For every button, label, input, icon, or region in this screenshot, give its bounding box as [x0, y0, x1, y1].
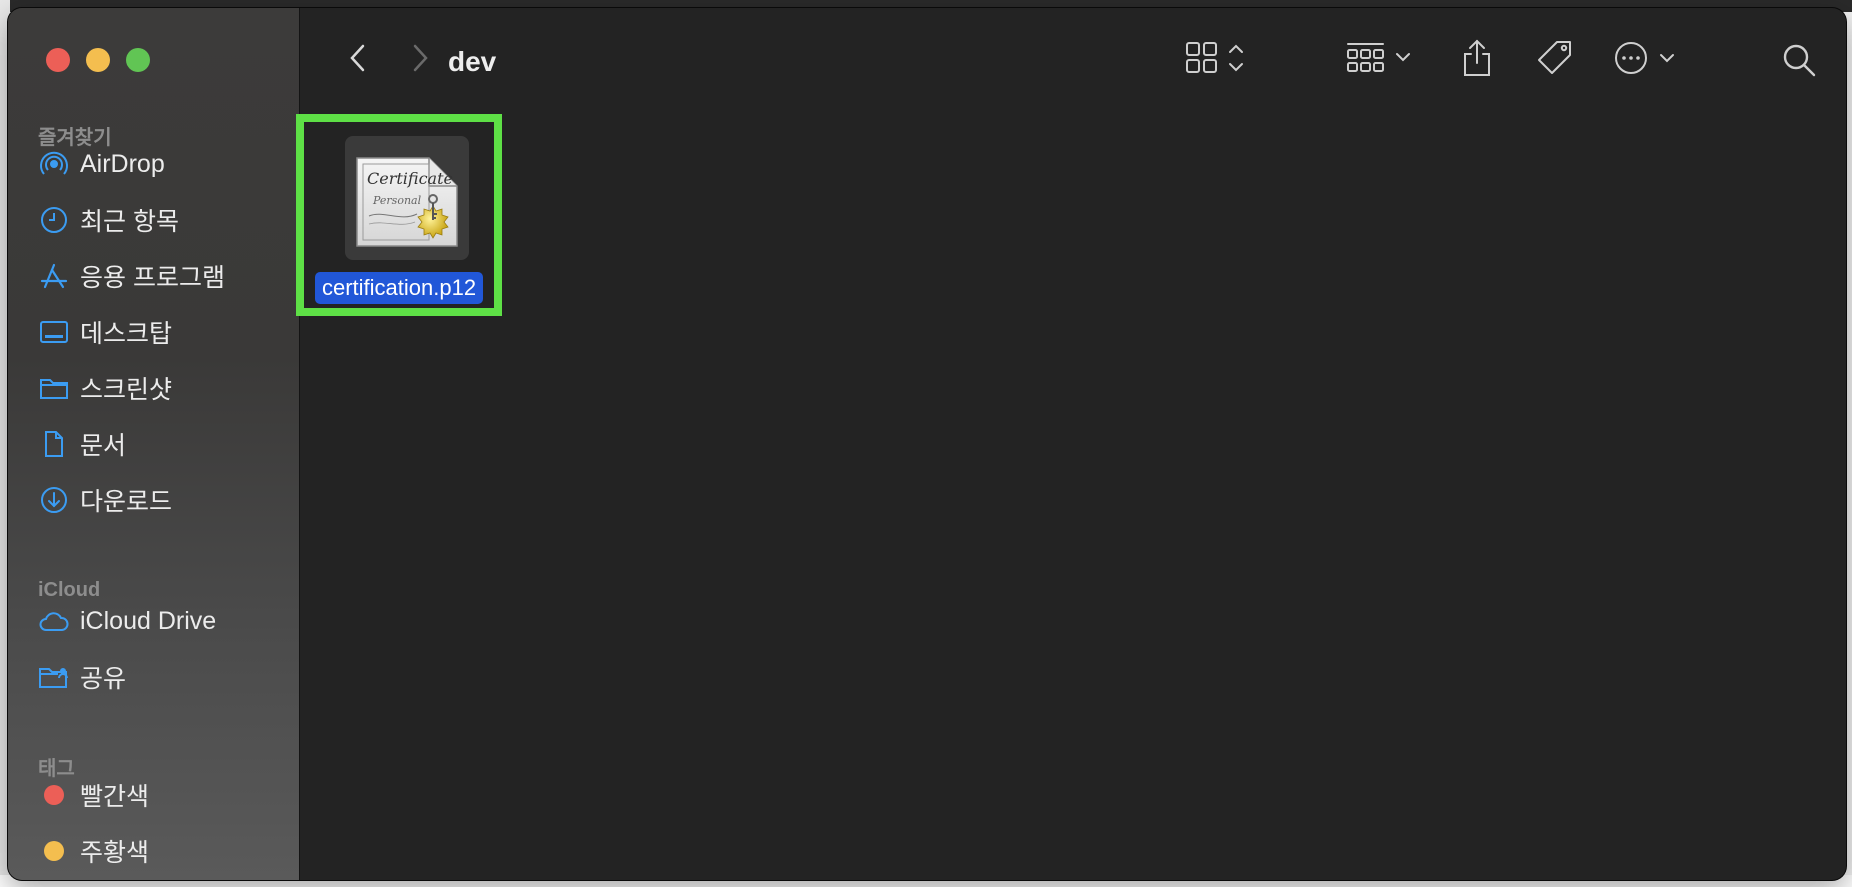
sidebar-item-applications[interactable]: 응용 프로그램	[38, 256, 288, 296]
share-button[interactable]	[1457, 36, 1497, 80]
close-window-button[interactable]	[46, 48, 70, 72]
share-icon	[1464, 39, 1490, 76]
sidebar-item-tag-red[interactable]: 빨간색	[38, 775, 288, 815]
sidebar-item-airdrop[interactable]: AirDrop	[38, 144, 288, 184]
minimize-window-button[interactable]	[86, 48, 110, 72]
view-mode-button[interactable]	[1181, 38, 1261, 78]
sidebar-item-screenshots[interactable]: 스크린샷	[38, 368, 288, 408]
download-icon	[38, 484, 70, 516]
certificate-icon-text: Certificate	[367, 169, 453, 188]
zoom-window-button[interactable]	[126, 48, 150, 72]
sidebar-item-label: 주황색	[80, 839, 150, 867]
chevron-right-icon	[413, 44, 428, 72]
shared-folder-icon	[38, 661, 70, 693]
finder-window: 즐겨찾기 AirDrop 최근 항목 응용 프로그램 데스크탑 스크린샷 문서 …	[8, 8, 1846, 880]
chevron-left-icon	[350, 44, 365, 72]
more-actions-button[interactable]	[1611, 38, 1685, 78]
file-name-label[interactable]: certification.p12	[315, 272, 484, 304]
clock-icon	[38, 204, 70, 236]
forward-button[interactable]	[405, 40, 435, 76]
file-icon-tile: Certificate Personal	[345, 136, 469, 260]
sidebar-item-label: 최근 항목	[80, 208, 179, 236]
file-browser-area: dev Certificate Personal certification.p…	[296, 8, 1846, 880]
cloud-icon	[38, 605, 70, 637]
sidebar-item-shared[interactable]: 공유	[38, 657, 288, 697]
search-icon	[1783, 44, 1816, 77]
sidebar-item-downloads[interactable]: 다운로드	[38, 480, 288, 520]
tag-icon	[1538, 41, 1571, 74]
orange-tag-dot-icon	[38, 835, 70, 867]
sidebar-item-label: 공유	[80, 665, 127, 693]
sidebar-item-label: 스크린샷	[80, 376, 173, 404]
certificate-file-icon: Certificate Personal	[356, 157, 458, 247]
sidebar-item-label: 문서	[80, 432, 127, 460]
sidebar-item-label: 빨간색	[80, 783, 150, 811]
airdrop-icon	[38, 148, 70, 180]
desktop-icon	[38, 316, 70, 348]
document-icon	[38, 428, 70, 460]
sidebar-item-label: AirDrop	[80, 149, 165, 178]
group-by-button[interactable]	[1341, 38, 1421, 78]
red-tag-dot-icon	[38, 779, 70, 811]
sidebar-item-recents[interactable]: 최근 항목	[38, 200, 288, 240]
back-button[interactable]	[343, 40, 373, 76]
sidebar-item-desktop[interactable]: 데스크탑	[38, 312, 288, 352]
sidebar-item-label: 응용 프로그램	[80, 264, 225, 292]
sidebar-item-documents[interactable]: 문서	[38, 424, 288, 464]
sidebar-item-label: 다운로드	[80, 488, 173, 516]
sidebar-item-icloud-drive[interactable]: iCloud Drive	[38, 601, 288, 641]
tag-button[interactable]	[1533, 36, 1577, 80]
applications-icon	[38, 260, 70, 292]
folder-icon	[38, 372, 70, 404]
group-grid-icon	[1347, 43, 1410, 72]
file-item-certification[interactable]: Certificate Personal certification.p12	[309, 136, 505, 326]
sidebar-item-label: 데스크탑	[80, 320, 173, 348]
icon-grid-view-icon	[1186, 42, 1243, 73]
icloud-section-title: iCloud	[38, 579, 101, 601]
ellipsis-circle-icon	[1615, 42, 1674, 74]
certificate-icon-subtext: Personal	[372, 194, 422, 207]
search-button[interactable]	[1779, 40, 1819, 80]
sidebar: 즐겨찾기 AirDrop 최근 항목 응용 프로그램 데스크탑 스크린샷 문서 …	[8, 8, 300, 880]
window-title: dev	[448, 46, 497, 77]
sidebar-item-tag-orange[interactable]: 주황색	[38, 831, 288, 871]
sidebar-item-label: iCloud Drive	[80, 606, 217, 635]
